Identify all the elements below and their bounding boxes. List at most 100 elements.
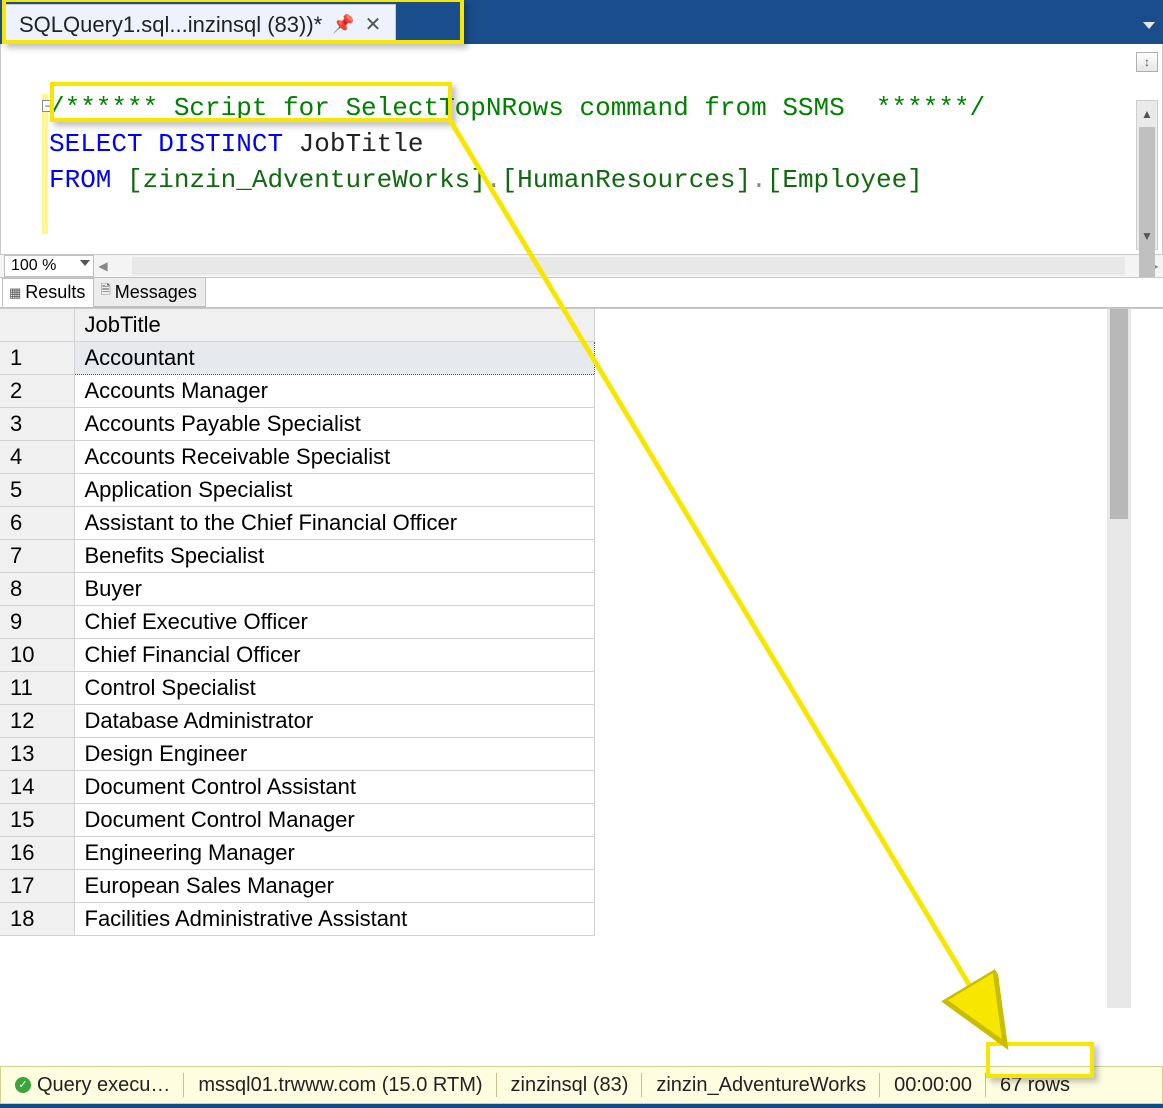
- cell-jobtitle[interactable]: Accounts Receivable Specialist: [74, 441, 594, 474]
- scrollbar-thumb[interactable]: [1139, 127, 1155, 277]
- cell-jobtitle[interactable]: Design Engineer: [74, 738, 594, 771]
- window-bottom-edge: [0, 1104, 1163, 1108]
- cell-jobtitle[interactable]: Buyer: [74, 573, 594, 606]
- table-row[interactable]: 2Accounts Manager: [0, 375, 594, 408]
- table-row[interactable]: 12Database Administrator: [0, 705, 594, 738]
- cell-jobtitle[interactable]: Accounts Payable Specialist: [74, 408, 594, 441]
- modified-marker: [42, 94, 48, 234]
- grid-icon: ▦: [9, 285, 21, 301]
- row-number-cell[interactable]: 4: [0, 441, 74, 474]
- row-number-cell[interactable]: 11: [0, 672, 74, 705]
- table-row[interactable]: 14Document Control Assistant: [0, 771, 594, 804]
- table-row[interactable]: 7Benefits Specialist: [0, 540, 594, 573]
- tab-messages[interactable]: 🗎 Messages: [93, 277, 206, 307]
- cell-jobtitle[interactable]: Application Specialist: [74, 474, 594, 507]
- row-number-cell[interactable]: 3: [0, 408, 74, 441]
- table-row[interactable]: 18Facilities Administrative Assistant: [0, 903, 594, 936]
- pin-icon[interactable]: 📌: [332, 14, 354, 35]
- dot: .: [751, 165, 767, 195]
- id-db: [zinzin_AdventureWorks]: [127, 165, 486, 195]
- row-number-cell[interactable]: 5: [0, 474, 74, 507]
- code-comment: /****** Script for SelectTopNRows comman…: [49, 93, 985, 123]
- tab-results[interactable]: ▦ Results: [2, 278, 94, 307]
- editor-vertical-scrollbar[interactable]: ▲ ▼: [1136, 100, 1158, 250]
- cell-jobtitle[interactable]: European Sales Manager: [74, 870, 594, 903]
- cell-jobtitle[interactable]: Accounts Manager: [74, 375, 594, 408]
- document-tab-strip: SQLQuery1.sql...inzinsql (83))* 📌 ✕: [0, 0, 1163, 44]
- cell-jobtitle[interactable]: Chief Financial Officer: [74, 639, 594, 672]
- row-number-cell[interactable]: 9: [0, 606, 74, 639]
- scroll-up-icon[interactable]: ▲: [1141, 107, 1153, 121]
- table-row[interactable]: 3Accounts Payable Specialist: [0, 408, 594, 441]
- cell-jobtitle[interactable]: Facilities Administrative Assistant: [74, 903, 594, 936]
- row-number-cell[interactable]: 13: [0, 738, 74, 771]
- status-bar: ✓ Query execu… mssql01.trwww.com (15.0 R…: [0, 1066, 1163, 1104]
- tab-messages-label: Messages: [115, 282, 197, 303]
- scroll-left-icon[interactable]: ◀: [94, 259, 112, 273]
- table-row[interactable]: 16Engineering Manager: [0, 837, 594, 870]
- results-vertical-scrollbar[interactable]: [1107, 309, 1131, 1008]
- grid-corner-cell[interactable]: [0, 309, 74, 342]
- editor-horizontal-scrollbar[interactable]: [132, 257, 1125, 275]
- status-db: zinzin_AdventureWorks: [642, 1067, 880, 1103]
- table-row[interactable]: 15Document Control Manager: [0, 804, 594, 837]
- messages-icon: 🗎: [100, 281, 110, 303]
- table-row[interactable]: 11Control Specialist: [0, 672, 594, 705]
- row-number-cell[interactable]: 12: [0, 705, 74, 738]
- cell-jobtitle[interactable]: Document Control Manager: [74, 804, 594, 837]
- status-exec-text: Query execu…: [37, 1074, 170, 1097]
- zoom-value: 100 %: [11, 257, 56, 275]
- cell-jobtitle[interactable]: Database Administrator: [74, 705, 594, 738]
- row-number-cell[interactable]: 16: [0, 837, 74, 870]
- id-schema: [HumanResources]: [502, 165, 752, 195]
- table-row[interactable]: 17European Sales Manager: [0, 870, 594, 903]
- row-number-cell[interactable]: 18: [0, 903, 74, 936]
- kw-select: SELECT: [49, 129, 143, 159]
- row-number-cell[interactable]: 7: [0, 540, 74, 573]
- table-row[interactable]: 5Application Specialist: [0, 474, 594, 507]
- scrollbar-thumb[interactable]: [1110, 309, 1128, 519]
- table-row[interactable]: 13Design Engineer: [0, 738, 594, 771]
- tab-results-label: Results: [25, 282, 85, 303]
- row-number-cell[interactable]: 10: [0, 639, 74, 672]
- row-number-cell[interactable]: 2: [0, 375, 74, 408]
- table-row[interactable]: 9Chief Executive Officer: [0, 606, 594, 639]
- tab-overflow-menu-icon[interactable]: [1143, 22, 1155, 29]
- cell-jobtitle[interactable]: Control Specialist: [74, 672, 594, 705]
- row-number-cell[interactable]: 1: [0, 342, 74, 375]
- cell-jobtitle[interactable]: Benefits Specialist: [74, 540, 594, 573]
- status-server: mssql01.trwww.com (15.0 RTM): [184, 1067, 496, 1103]
- collapse-region-icon[interactable]: −: [42, 100, 54, 112]
- results-grid[interactable]: JobTitle 1Accountant2Accounts Manager3Ac…: [0, 309, 595, 936]
- cell-jobtitle[interactable]: Engineering Manager: [74, 837, 594, 870]
- zoom-dropdown[interactable]: 100 %: [4, 255, 94, 277]
- status-rows: 67 rows: [986, 1067, 1084, 1103]
- cell-jobtitle[interactable]: Chief Executive Officer: [74, 606, 594, 639]
- table-row[interactable]: 8Buyer: [0, 573, 594, 606]
- cell-jobtitle[interactable]: Assistant to the Chief Financial Officer: [74, 507, 594, 540]
- table-row[interactable]: 10Chief Financial Officer: [0, 639, 594, 672]
- row-number-cell[interactable]: 14: [0, 771, 74, 804]
- document-tab-active[interactable]: SQLQuery1.sql...inzinsql (83))* 📌 ✕: [4, 4, 396, 44]
- col-jobtitle: JobTitle: [299, 129, 424, 159]
- table-row[interactable]: 6Assistant to the Chief Financial Office…: [0, 507, 594, 540]
- row-number-cell[interactable]: 15: [0, 804, 74, 837]
- status-exec: ✓ Query execu…: [1, 1067, 184, 1103]
- chevron-down-icon: [80, 260, 90, 266]
- table-row[interactable]: 4Accounts Receivable Specialist: [0, 441, 594, 474]
- sql-editor[interactable]: ↕ − /****** Script for SelectTopNRows co…: [0, 44, 1163, 254]
- column-header-jobtitle[interactable]: JobTitle: [74, 309, 594, 342]
- editor-content[interactable]: /****** Script for SelectTopNRows comman…: [1, 44, 1162, 234]
- scroll-down-icon[interactable]: ▼: [1141, 229, 1153, 243]
- row-number-cell[interactable]: 17: [0, 870, 74, 903]
- cell-jobtitle[interactable]: Document Control Assistant: [74, 771, 594, 804]
- status-login: zinzinsql (83): [497, 1067, 643, 1103]
- row-number-cell[interactable]: 6: [0, 507, 74, 540]
- table-row[interactable]: 1Accountant: [0, 342, 594, 375]
- results-grid-pane: JobTitle 1Accountant2Accounts Manager3Ac…: [0, 308, 1163, 1008]
- row-number-cell[interactable]: 8: [0, 573, 74, 606]
- cell-jobtitle[interactable]: Accountant: [74, 342, 594, 375]
- document-tab-title: SQLQuery1.sql...inzinsql (83))*: [19, 12, 322, 38]
- split-window-icon[interactable]: ↕: [1136, 52, 1158, 72]
- close-icon[interactable]: ✕: [365, 12, 382, 37]
